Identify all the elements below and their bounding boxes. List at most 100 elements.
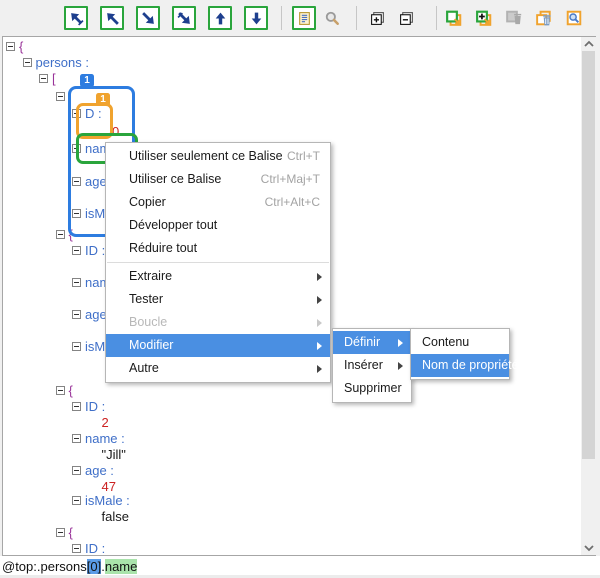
delete-all-button[interactable] bbox=[532, 6, 556, 30]
menu-item-contenu[interactable]: Contenu bbox=[411, 331, 509, 354]
tree-row: ID : bbox=[72, 399, 105, 414]
json-editor-window: {persons :[D :0name :age :isMale :{ID :n… bbox=[0, 0, 600, 578]
nav-down-right-button[interactable] bbox=[136, 6, 160, 30]
copy-plus-arrow-icon bbox=[475, 10, 493, 26]
collapse-toggle-icon[interactable] bbox=[56, 230, 65, 239]
tree-row: [ bbox=[39, 71, 56, 86]
menu-item-copier[interactable]: CopierCtrl+Alt+C bbox=[106, 191, 330, 214]
expand-all-button[interactable] bbox=[365, 6, 389, 30]
menu-item-developper-tout[interactable]: Développer tout bbox=[106, 214, 330, 237]
scroll-down-icon[interactable] bbox=[581, 541, 596, 555]
menu-item-shortcut: Ctrl+Maj+T bbox=[261, 168, 320, 191]
nav-down-button[interactable] bbox=[244, 6, 268, 30]
collapse-toggle-icon[interactable] bbox=[56, 92, 65, 101]
tree-key[interactable]: isMale : bbox=[85, 493, 130, 508]
collapse-toggle-icon[interactable] bbox=[72, 342, 81, 351]
tree-key[interactable]: age : bbox=[85, 463, 114, 478]
nav-up-button[interactable] bbox=[208, 6, 232, 30]
collapse-toggle-icon[interactable] bbox=[72, 544, 81, 553]
copy-out-button[interactable] bbox=[442, 6, 466, 30]
submenu-arrow-icon bbox=[398, 339, 403, 347]
search-in-box-button[interactable] bbox=[562, 6, 586, 30]
collapse-toggle-icon[interactable] bbox=[56, 528, 65, 537]
tree-brace[interactable]: { bbox=[69, 525, 73, 540]
collapse-toggle-icon[interactable] bbox=[56, 386, 65, 395]
submenu-definir: ContenuNom de propriété bbox=[410, 328, 510, 380]
tree-key[interactable]: ID : bbox=[85, 399, 105, 414]
tree-value[interactable]: "Jill" bbox=[102, 447, 126, 462]
menu-item-label: Nom de propriété bbox=[422, 358, 519, 372]
submenu-arrow-icon bbox=[317, 273, 322, 281]
status-path-prefix: @top:.persons bbox=[2, 559, 87, 574]
tree-value[interactable]: false bbox=[102, 509, 129, 524]
nav-first-up-left-button[interactable] bbox=[64, 6, 88, 30]
tree-key[interactable]: name : bbox=[85, 431, 125, 446]
vertical-scrollbar[interactable] bbox=[581, 37, 596, 555]
menu-item-supprimer[interactable]: Supprimer bbox=[333, 377, 411, 400]
menu-item-label: Réduire tout bbox=[129, 241, 197, 255]
menu-item-nom-de-propriete[interactable]: Nom de propriété bbox=[411, 354, 509, 377]
tree-key[interactable]: ID : bbox=[85, 541, 105, 555]
menu-item-label: Copier bbox=[129, 195, 166, 209]
menu-item-extraire[interactable]: Extraire bbox=[106, 265, 330, 288]
tree-brace[interactable]: { bbox=[69, 383, 73, 398]
status-bar: @top:.persons[0].name bbox=[0, 556, 600, 578]
arrow-up-icon bbox=[213, 11, 228, 26]
collapse-toggle-icon[interactable] bbox=[72, 246, 81, 255]
tree-row: name : bbox=[72, 431, 125, 446]
selection-tag-blue: 1 bbox=[80, 74, 94, 87]
menu-item-reduire-tout[interactable]: Réduire tout bbox=[106, 237, 330, 260]
menu-item-label: Utiliser ce Balise bbox=[129, 172, 221, 186]
tree-key[interactable]: persons : bbox=[36, 55, 89, 70]
menu-item-label: Utiliser seulement ce Balise bbox=[129, 149, 283, 163]
collapse-toggle-icon[interactable] bbox=[72, 496, 81, 505]
menu-item-label: Modifier bbox=[129, 338, 173, 352]
tree-row: 2 bbox=[102, 415, 109, 430]
menu-item-utiliser-ce-balise[interactable]: Utiliser ce Balise Ctrl+Maj+T bbox=[106, 168, 330, 191]
tree-value[interactable]: 2 bbox=[102, 415, 109, 430]
submenu-arrow-icon bbox=[317, 365, 322, 373]
menu-item-autre[interactable]: Autre bbox=[106, 357, 330, 380]
menu-item-label: Extraire bbox=[129, 269, 172, 283]
menu-item-label: Boucle bbox=[129, 315, 167, 329]
menu-item-modifier[interactable]: Modifier bbox=[106, 334, 330, 357]
collapse-toggle-icon[interactable] bbox=[6, 42, 15, 51]
collapse-toggle-icon[interactable] bbox=[72, 434, 81, 443]
scroll-up-icon[interactable] bbox=[581, 37, 596, 51]
submenu-arrow-icon bbox=[398, 362, 403, 370]
toolbar-separator bbox=[356, 6, 357, 30]
tree-row: persons : bbox=[23, 55, 89, 70]
tree-row: isMale : bbox=[72, 493, 130, 508]
tree-value[interactable]: 47 bbox=[102, 479, 116, 494]
menu-item-label: Insérer bbox=[344, 358, 383, 372]
tree-key[interactable]: ID : bbox=[85, 243, 105, 258]
tree-brace[interactable]: [ bbox=[52, 71, 56, 86]
menu-item-utiliser-seulement-ce-balise[interactable]: Utiliser seulement ce BaliseCtrl+T bbox=[106, 145, 330, 168]
collapse-toggle-icon[interactable] bbox=[72, 466, 81, 475]
arrow-down-icon bbox=[249, 11, 264, 26]
menu-separator bbox=[107, 262, 329, 263]
collapse-toggle-icon[interactable] bbox=[72, 278, 81, 287]
copy-add-button[interactable] bbox=[472, 6, 496, 30]
status-index-highlight: [0] bbox=[87, 559, 101, 574]
submenu-arrow-icon bbox=[317, 342, 322, 350]
context-menu: Utiliser seulement ce BaliseCtrl+TUtilis… bbox=[105, 142, 331, 383]
tree-brace[interactable]: { bbox=[19, 39, 23, 54]
document-view-button[interactable] bbox=[292, 6, 316, 30]
collapse-toggle-icon[interactable] bbox=[72, 310, 81, 319]
search-button bbox=[320, 6, 344, 30]
collapse-all-button[interactable] bbox=[394, 6, 418, 30]
tree-row: ID : bbox=[72, 243, 105, 258]
menu-item-tester[interactable]: Tester bbox=[106, 288, 330, 311]
selection-tag-orange: 1 bbox=[96, 93, 110, 106]
scrollbar-thumb[interactable] bbox=[582, 51, 595, 459]
nav-last-down-right-button[interactable] bbox=[172, 6, 196, 30]
collapse-toggle-icon[interactable] bbox=[72, 402, 81, 411]
menu-item-inserer[interactable]: Insérer bbox=[333, 354, 411, 377]
collapse-toggle-icon[interactable] bbox=[39, 74, 48, 83]
collapse-toggle-icon[interactable] bbox=[23, 58, 32, 67]
menu-item-definir[interactable]: Définir bbox=[333, 331, 411, 354]
status-name-highlight: name bbox=[105, 559, 138, 574]
menu-item-label: Autre bbox=[129, 361, 159, 375]
nav-up-left-button[interactable] bbox=[100, 6, 124, 30]
